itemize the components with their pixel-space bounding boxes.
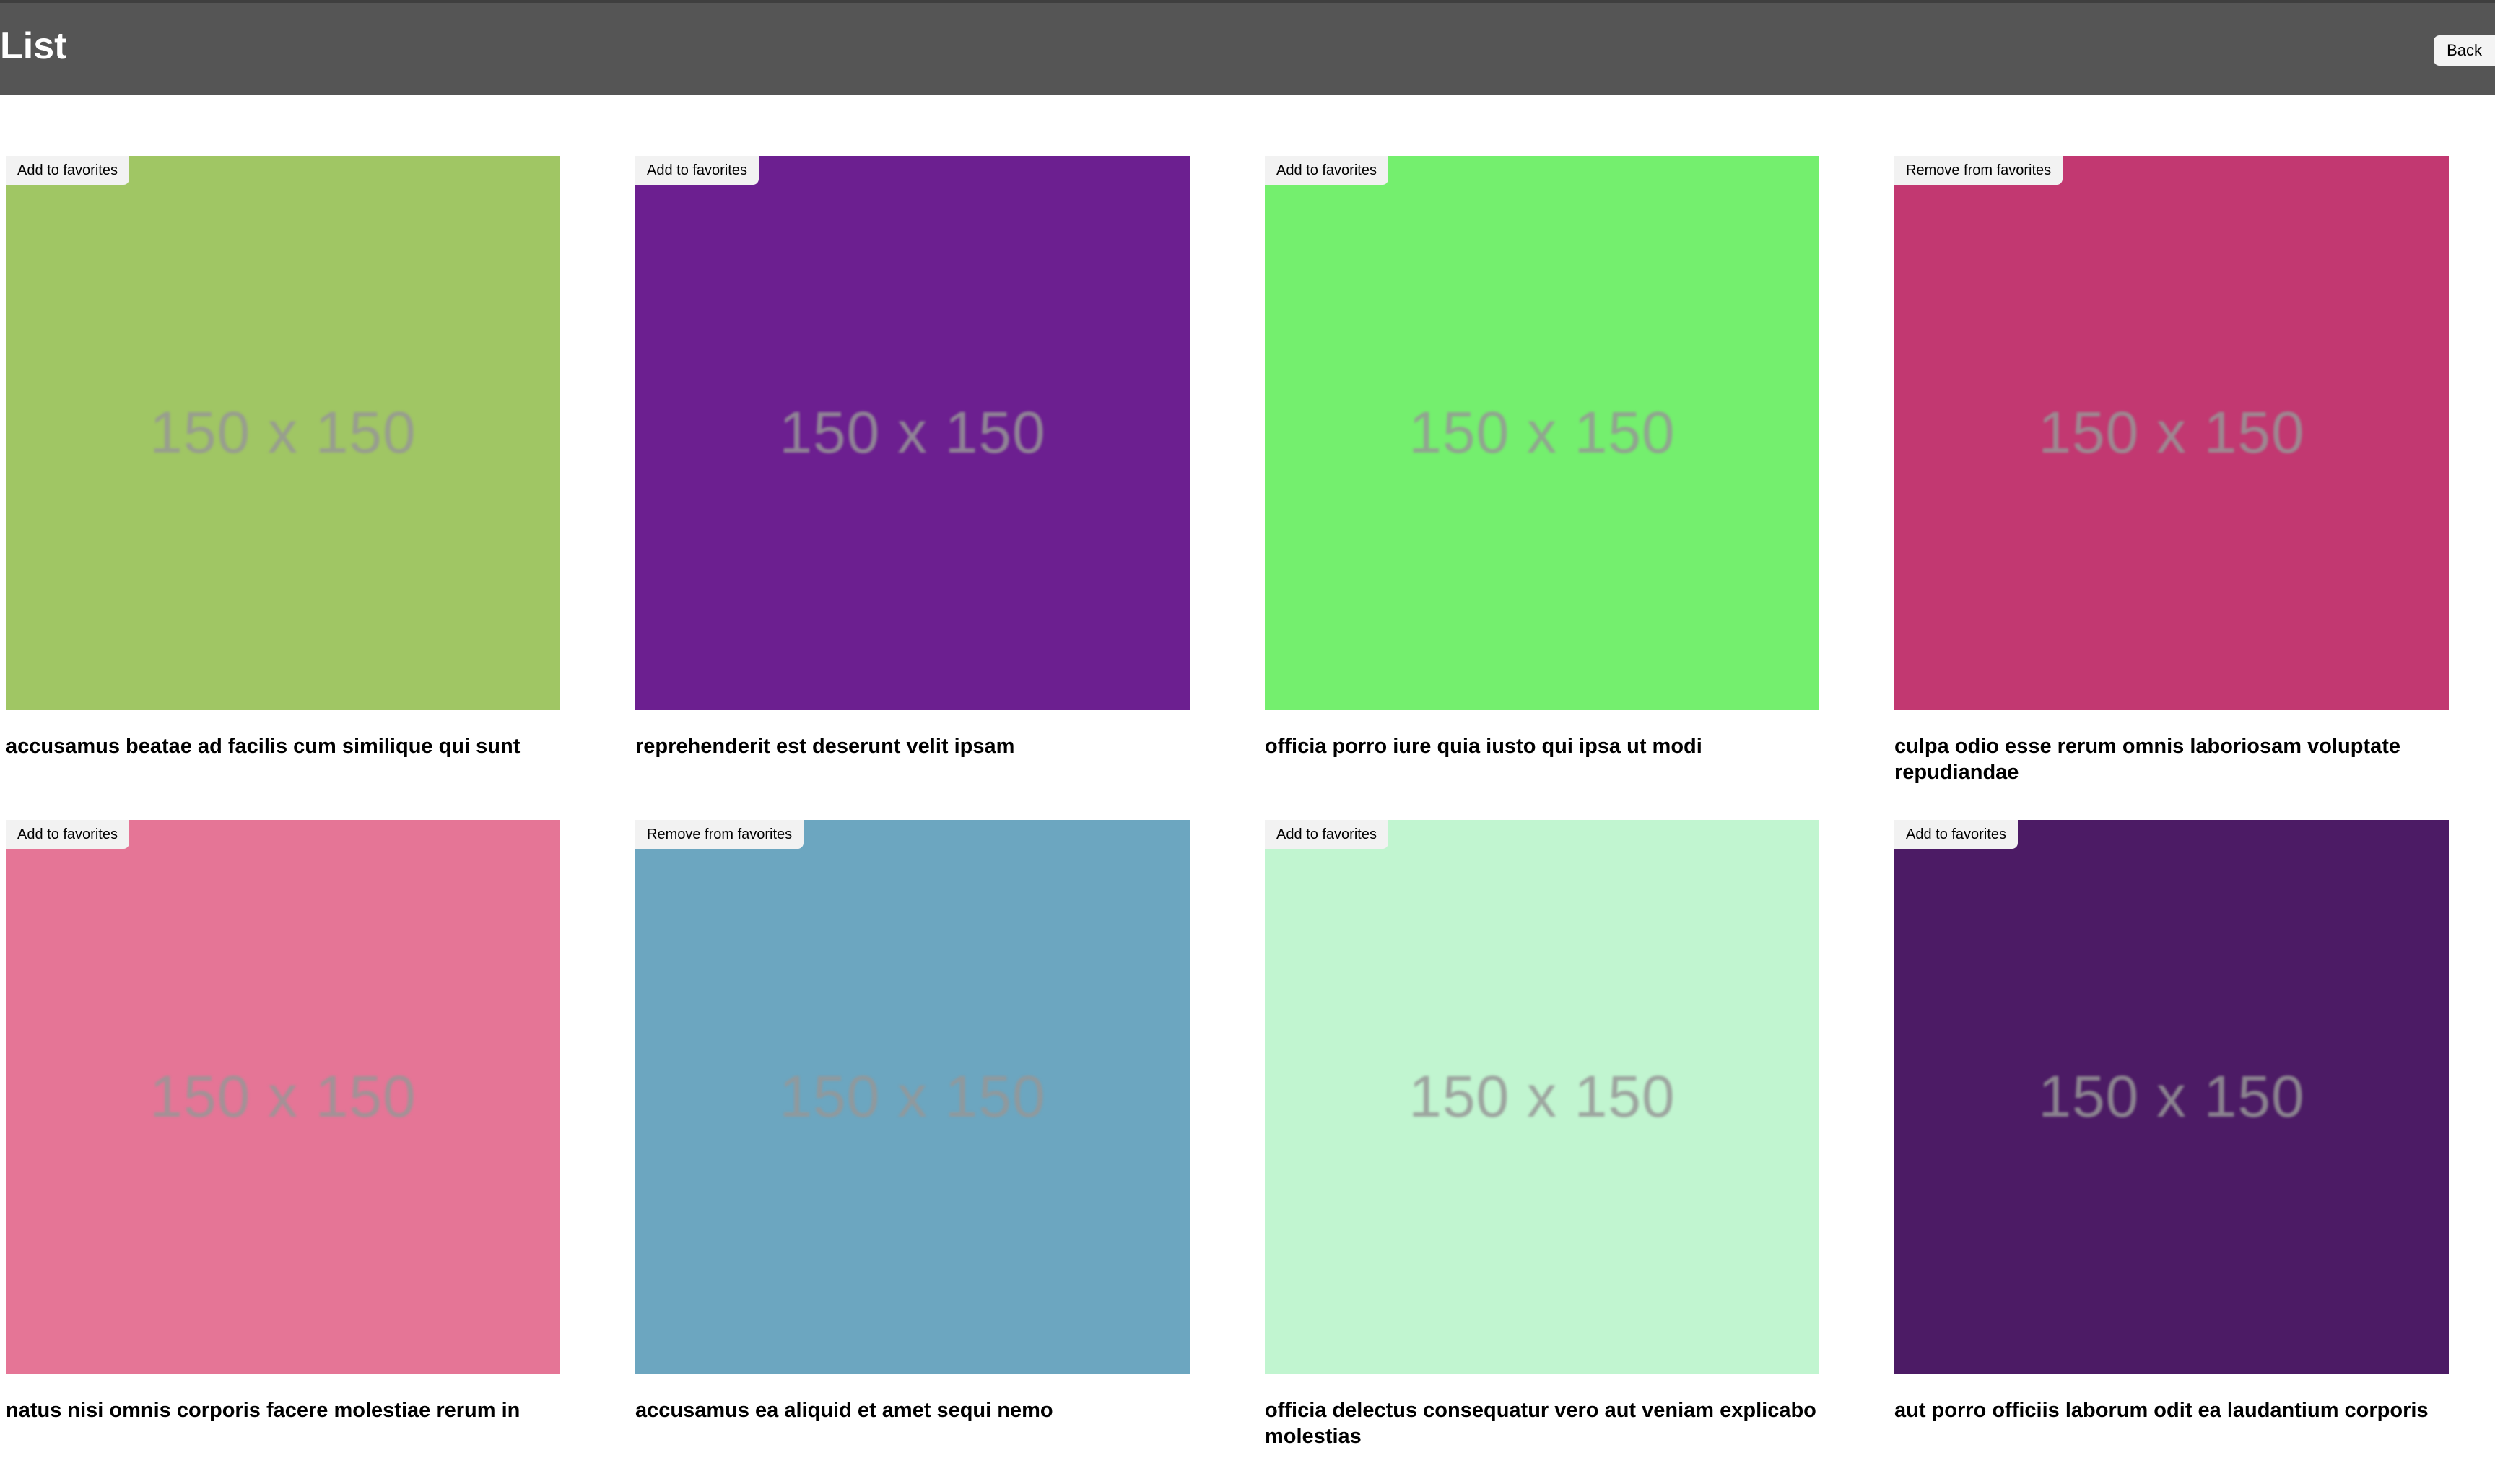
item-title: reprehenderit est deserunt velit ipsam bbox=[635, 735, 1015, 758]
favorite-button[interactable]: Add to favorites bbox=[6, 156, 129, 185]
favorite-button[interactable]: Remove from favorites bbox=[635, 820, 804, 849]
item-image: 150 x 150 Add to favorites bbox=[635, 156, 1190, 710]
item-title: officia delectus consequatur vero aut ve… bbox=[1265, 1399, 1816, 1448]
item-title: accusamus beatae ad facilis cum similiqu… bbox=[6, 735, 521, 758]
item-image: 150 x 150 Add to favorites bbox=[1265, 156, 1819, 710]
list-item: 150 x 150 Add to favorites officia porro… bbox=[1265, 156, 1819, 820]
favorite-button[interactable]: Add to favorites bbox=[1894, 820, 2018, 849]
item-title: accusamus ea aliquid et amet sequi nemo bbox=[635, 1399, 1053, 1422]
list-item: 150 x 150 Add to favorites aut porro off… bbox=[1894, 820, 2449, 1484]
image-placeholder-text: 150 x 150 bbox=[779, 400, 1046, 466]
image-placeholder-text: 150 x 150 bbox=[149, 400, 417, 466]
image-placeholder-text: 150 x 150 bbox=[2038, 1064, 2305, 1130]
list-item: 150 x 150 Add to favorites accusamus bea… bbox=[6, 156, 560, 820]
favorite-button[interactable]: Add to favorites bbox=[1265, 820, 1388, 849]
image-placeholder-text: 150 x 150 bbox=[2038, 400, 2305, 466]
list-item: 150 x 150 Remove from favorites accusamu… bbox=[635, 820, 1190, 1484]
item-image: 150 x 150 Add to favorites bbox=[6, 156, 560, 710]
item-image: 150 x 150 Add to favorites bbox=[1265, 820, 1819, 1374]
item-image: 150 x 150 Add to favorites bbox=[1894, 820, 2449, 1374]
list-item: 150 x 150 Add to favorites reprehenderit… bbox=[635, 156, 1190, 820]
item-title: aut porro officiis laborum odit ea lauda… bbox=[1894, 1399, 2429, 1422]
page-title: List bbox=[0, 25, 67, 67]
favorite-button[interactable]: Remove from favorites bbox=[1894, 156, 2063, 185]
item-image: 150 x 150 Remove from favorites bbox=[1894, 156, 2449, 710]
app-header: List Back bbox=[0, 0, 2495, 95]
list-item: 150 x 150 Add to favorites natus nisi om… bbox=[6, 820, 560, 1484]
image-placeholder-text: 150 x 150 bbox=[779, 1064, 1046, 1130]
image-placeholder-text: 150 x 150 bbox=[1408, 1064, 1676, 1130]
favorite-button[interactable]: Add to favorites bbox=[1265, 156, 1388, 185]
image-placeholder-text: 150 x 150 bbox=[149, 1064, 417, 1130]
favorite-button[interactable]: Add to favorites bbox=[6, 820, 129, 849]
back-button[interactable]: Back bbox=[2434, 35, 2495, 66]
item-grid: 150 x 150 Add to favorites accusamus bea… bbox=[6, 156, 2489, 1484]
list-item: 150 x 150 Remove from favorites culpa od… bbox=[1894, 156, 2449, 820]
item-title: culpa odio esse rerum omnis laboriosam v… bbox=[1894, 735, 2401, 784]
item-title: natus nisi omnis corporis facere molesti… bbox=[6, 1399, 521, 1422]
image-placeholder-text: 150 x 150 bbox=[1408, 400, 1676, 466]
item-image: 150 x 150 Add to favorites bbox=[6, 820, 560, 1374]
item-title: officia porro iure quia iusto qui ipsa u… bbox=[1265, 735, 1702, 758]
favorite-button[interactable]: Add to favorites bbox=[635, 156, 759, 185]
list-item: 150 x 150 Add to favorites officia delec… bbox=[1265, 820, 1819, 1484]
item-image: 150 x 150 Remove from favorites bbox=[635, 820, 1190, 1374]
